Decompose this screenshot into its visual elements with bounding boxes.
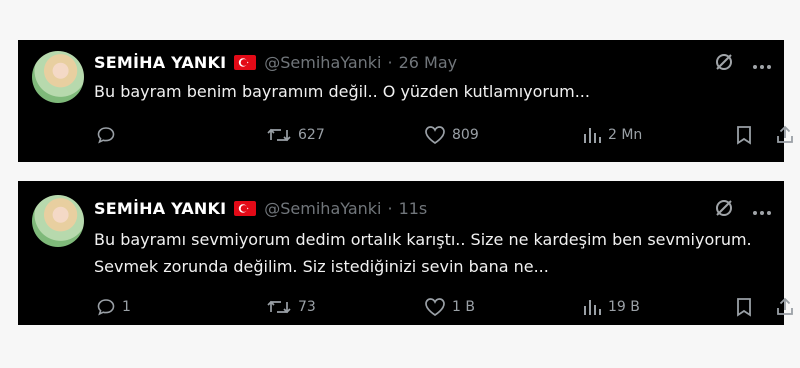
- separator-dot: ·: [387, 52, 393, 72]
- tweet-top-actions: [714, 198, 772, 223]
- grok-icon[interactable]: [714, 198, 734, 223]
- reply-icon: [97, 127, 115, 144]
- like-button[interactable]: 1 B: [424, 294, 475, 320]
- reply-icon: [97, 299, 115, 316]
- tweet-actions: 1 73 1 B 19 B: [92, 294, 793, 320]
- share-icon: [777, 125, 793, 143]
- tweet-text: Bu bayramı sevmiyorum dedim ortalık karı…: [94, 230, 752, 276]
- view-count: 19 B: [608, 299, 640, 315]
- like-count: 809: [452, 127, 479, 143]
- heart-icon: [425, 126, 445, 144]
- bookmark-icon: [737, 126, 751, 145]
- tweet-header: SEMİHA YANKI @SemihaYanki · 26 May: [94, 50, 457, 74]
- turkey-flag-icon: [234, 54, 257, 70]
- more-icon[interactable]: [752, 200, 772, 221]
- grok-icon[interactable]: [714, 52, 734, 77]
- view-count: 2 Mn: [608, 127, 643, 143]
- separator-dot: ·: [387, 198, 393, 218]
- tweet-header: SEMİHA YANKI @SemihaYanki · 11s: [94, 196, 427, 220]
- tweet-timestamp[interactable]: 11s: [399, 199, 428, 218]
- author-name[interactable]: SEMİHA YANKI: [94, 53, 226, 72]
- tweet-text: Bu bayram benim bayramım değil.. O yüzde…: [94, 82, 590, 101]
- tweet-top-actions: [714, 52, 772, 77]
- views-button[interactable]: 2 Mn: [582, 122, 642, 148]
- author-name[interactable]: SEMİHA YANKI: [94, 199, 226, 218]
- retweet-count: 627: [298, 127, 325, 143]
- heart-icon: [425, 298, 445, 316]
- share-button[interactable]: [775, 294, 795, 320]
- turkey-flag-icon: [234, 200, 257, 216]
- views-chart-icon: [584, 300, 601, 315]
- avatar[interactable]: [32, 195, 84, 247]
- tweet-card[interactable]: SEMİHA YANKI @SemihaYanki · 11s Bu bayra…: [18, 181, 793, 325]
- retweet-button[interactable]: 73: [266, 294, 316, 320]
- reply-count: 1: [122, 299, 131, 315]
- bookmark-button[interactable]: [735, 122, 753, 148]
- tweet-timestamp[interactable]: 26 May: [399, 53, 458, 72]
- bookmark-button[interactable]: [735, 294, 753, 320]
- author-handle[interactable]: @SemihaYanki: [264, 199, 381, 218]
- avatar[interactable]: [32, 51, 84, 103]
- author-handle[interactable]: @SemihaYanki: [264, 53, 381, 72]
- tweet-actions: 627 809 2 Mn: [92, 122, 793, 148]
- share-button[interactable]: [775, 122, 795, 148]
- views-chart-icon: [584, 128, 601, 143]
- views-button[interactable]: 19 B: [582, 294, 640, 320]
- tweet-card[interactable]: SEMİHA YANKI @SemihaYanki · 26 May Bu ba…: [18, 40, 793, 162]
- bookmark-icon: [737, 298, 751, 317]
- reply-button[interactable]: [96, 122, 122, 148]
- share-icon: [777, 297, 793, 315]
- like-button[interactable]: 809: [424, 122, 479, 148]
- reply-button[interactable]: 1: [96, 294, 131, 320]
- retweet-count: 73: [298, 299, 316, 315]
- retweet-icon: [267, 300, 291, 314]
- more-icon[interactable]: [752, 54, 772, 75]
- retweet-button[interactable]: 627: [266, 122, 325, 148]
- retweet-icon: [267, 128, 291, 142]
- like-count: 1 B: [452, 299, 475, 315]
